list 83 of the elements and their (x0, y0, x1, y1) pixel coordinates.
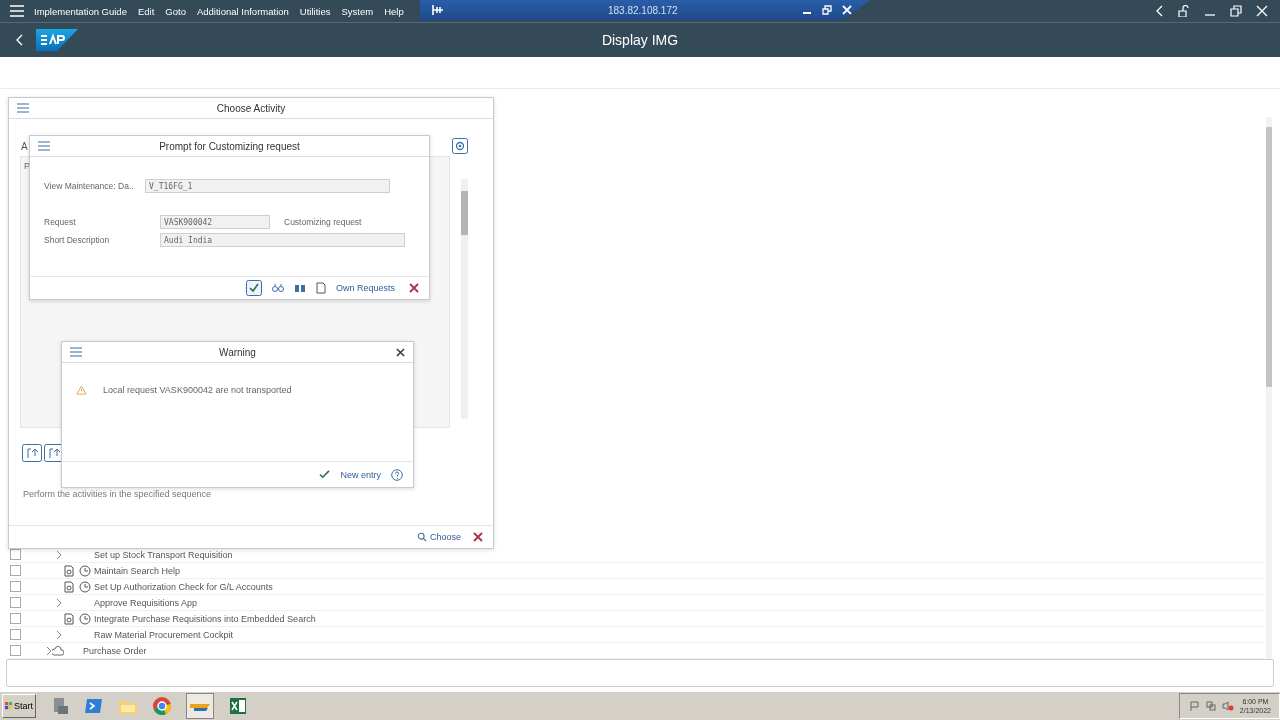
node-icon (52, 645, 64, 656)
session-address: 183.82.108.172 (608, 4, 678, 16)
field-description: Customizing request (284, 217, 362, 227)
flag-icon[interactable] (1189, 701, 1200, 711)
menu-item[interactable]: Additional Information (196, 5, 289, 17)
confirm-icon[interactable] (245, 280, 262, 296)
settings-icon[interactable] (452, 138, 468, 154)
start-button[interactable]: Start (2, 694, 36, 718)
speaker-muted-icon[interactable] (1221, 701, 1234, 711)
windows-logo-icon (5, 701, 13, 711)
page-title: Display IMG (600, 32, 680, 48)
warning-icon (76, 385, 87, 395)
expand-icon[interactable] (56, 549, 62, 560)
document-icon[interactable] (63, 564, 75, 577)
scrollbar[interactable] (461, 179, 468, 419)
taskbar-app[interactable] (186, 693, 214, 719)
pin-icon[interactable] (432, 5, 444, 15)
input-field[interactable]: Audi India (160, 233, 405, 247)
back-icon[interactable] (16, 34, 24, 46)
expand-icon[interactable] (46, 645, 52, 656)
menu-item[interactable]: Help (384, 5, 404, 17)
checkbox[interactable] (10, 613, 21, 624)
unlock-icon[interactable] (1178, 5, 1190, 17)
menu-item[interactable]: System (341, 5, 374, 17)
field-label: Short Description (44, 235, 111, 245)
clock-icon[interactable] (79, 580, 91, 593)
menu-item[interactable]: Implementation Guide (34, 5, 127, 17)
dialog-title: Warning (218, 346, 257, 358)
column-header: P (24, 161, 30, 171)
network-icon[interactable] (1205, 701, 1216, 711)
checkbox[interactable] (10, 565, 21, 576)
document-icon[interactable] (63, 580, 75, 593)
tree-item[interactable]: Integrate Purchase Requisitions into Embedded Search (94, 613, 316, 624)
instruction-text: Perform the activities in the specified sequence (23, 489, 212, 499)
dialog-title: Choose Activity (215, 102, 287, 114)
new-entry-button[interactable]: New entry (340, 469, 381, 480)
move-up-icon[interactable] (44, 444, 64, 462)
tree-item[interactable]: Raw Material Procurement Cockpit (94, 629, 234, 640)
binoculars-icon[interactable] (271, 283, 284, 293)
menu-item[interactable]: Utilities (299, 5, 331, 17)
restore-icon[interactable] (822, 5, 832, 15)
tree-item[interactable]: Set up Stock Transport Requisition (94, 549, 233, 560)
input-field[interactable]: V_T16FG_1 (145, 179, 390, 193)
close-icon[interactable] (396, 347, 405, 357)
checkbox[interactable] (10, 645, 21, 656)
move-up-icon[interactable] (22, 444, 42, 462)
checkbox[interactable] (10, 581, 21, 592)
help-icon[interactable] (391, 468, 403, 481)
transport-icon[interactable] (293, 283, 306, 293)
expand-icon[interactable] (56, 597, 62, 608)
dialog-title: Prompt for Customizing request (158, 140, 301, 152)
check-icon (319, 470, 331, 479)
restore-icon[interactable] (1230, 5, 1242, 17)
tree-item[interactable]: Set Up Authorization Check for G/L Accounts (94, 581, 273, 592)
input-field[interactable]: VASK900042 (160, 215, 270, 229)
logo-icon (36, 29, 78, 51)
back-icon[interactable] (1156, 5, 1164, 17)
menu-item[interactable]: Goto (165, 5, 186, 17)
tree-item[interactable]: Approve Requisitions App (94, 597, 198, 608)
menu-item[interactable]: Edit (137, 5, 155, 17)
expand-icon[interactable] (56, 629, 62, 640)
clock-icon[interactable] (79, 612, 91, 625)
search-icon (416, 532, 427, 542)
browser-icon[interactable] (152, 696, 172, 716)
cancel-icon[interactable] (473, 532, 483, 542)
field-label: View Maintenance: Da.. (44, 181, 135, 191)
tree-item[interactable]: Purchase Order (83, 645, 147, 656)
column-header: A (21, 141, 28, 152)
document-icon[interactable] (315, 282, 326, 294)
tree-item[interactable]: Maintain Search Help (94, 565, 181, 576)
spreadsheet-icon[interactable] (228, 696, 248, 716)
terminal-icon[interactable] (84, 696, 104, 716)
clock-icon[interactable] (79, 564, 91, 577)
checkbox[interactable] (10, 549, 21, 560)
checkbox[interactable] (10, 597, 21, 608)
choose-button[interactable]: Choose (416, 532, 461, 542)
checkbox[interactable] (10, 629, 21, 640)
scrollbar[interactable] (1266, 117, 1272, 659)
own-requests-button[interactable]: Own Requests (335, 283, 395, 293)
field-label: Request (44, 217, 77, 227)
warning-message: Local request VASK900042 are not transported (103, 385, 292, 395)
cancel-icon[interactable] (409, 283, 419, 293)
document-icon[interactable] (63, 612, 75, 625)
